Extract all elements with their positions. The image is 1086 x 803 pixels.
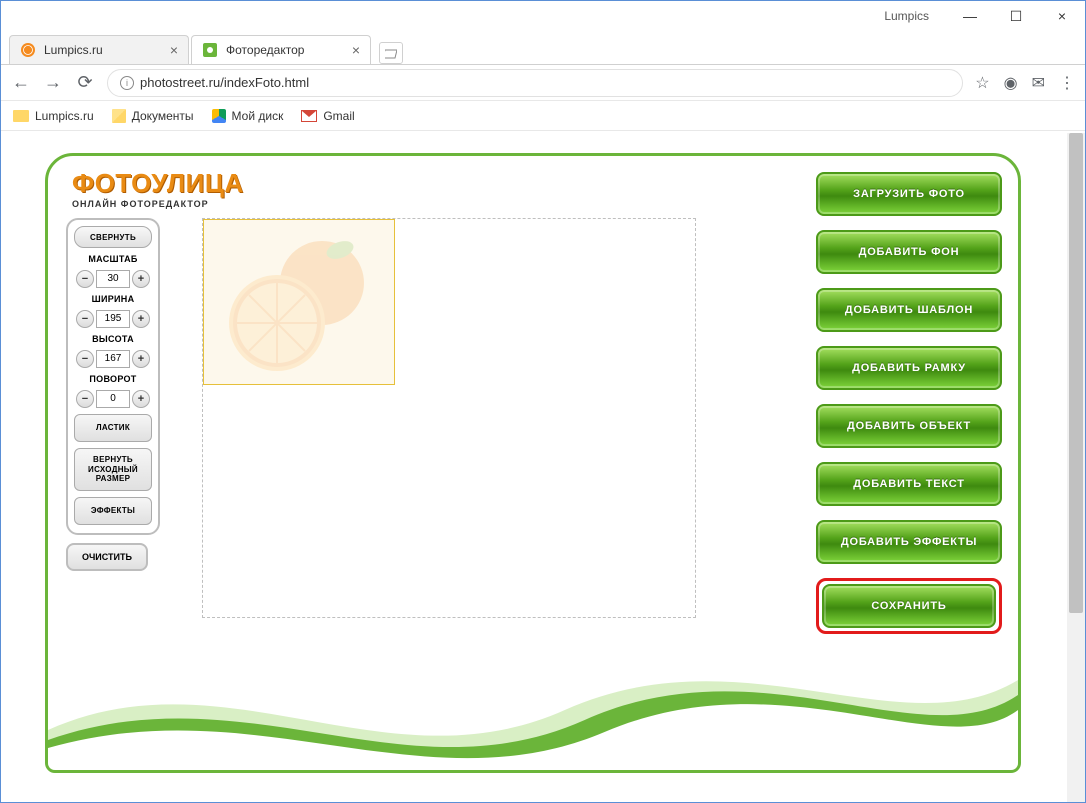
rotate-stepper: − 0 + <box>76 390 150 408</box>
reset-size-button[interactable]: ВЕРНУТЬ ИСХОДНЫЙ РАЗМЕР <box>74 448 152 491</box>
toolbar-right: ☆ ◉ ✉ ⋮ <box>975 73 1075 93</box>
scrollbar-thumb[interactable] <box>1069 133 1083 613</box>
rotate-label: ПОВОРОТ <box>89 374 136 384</box>
window-controls: — ☐ × <box>947 1 1085 31</box>
height-value[interactable]: 167 <box>96 350 130 368</box>
favicon-green-icon <box>202 42 218 58</box>
orange-image <box>222 228 372 378</box>
page-viewport: ФОТОУЛИЦА ОНЛАЙН ФОТОРЕДАКТОР СВЕРНУТЬ М… <box>1 133 1067 802</box>
rotate-minus-button[interactable]: − <box>76 390 94 408</box>
add-template-button[interactable]: ДОБАВИТЬ ШАБЛОН <box>816 288 1002 332</box>
clear-button[interactable]: ОЧИСТИТЬ <box>66 543 148 571</box>
add-effects-button[interactable]: ДОБАВИТЬ ЭФФЕКТЫ <box>816 520 1002 564</box>
width-plus-button[interactable]: + <box>132 310 150 328</box>
bookmark-documents[interactable]: Документы <box>112 109 194 123</box>
maximize-button[interactable]: ☐ <box>993 1 1039 31</box>
site-info-icon[interactable]: i <box>120 76 134 90</box>
app-header: ФОТОУЛИЦА ОНЛАЙН ФОТОРЕДАКТОР <box>72 168 244 209</box>
width-value[interactable]: 195 <box>96 310 130 328</box>
add-text-button[interactable]: ДОБАВИТЬ ТЕКСТ <box>816 462 1002 506</box>
bookmark-gmail[interactable]: Gmail <box>301 109 354 123</box>
scale-plus-button[interactable]: + <box>132 270 150 288</box>
scale-minus-button[interactable]: − <box>76 270 94 288</box>
wave-decoration <box>48 640 1018 770</box>
extension-icon[interactable]: ◉ <box>1004 73 1018 93</box>
width-minus-button[interactable]: − <box>76 310 94 328</box>
width-label: ШИРИНА <box>92 294 135 304</box>
tab-label: Lumpics.ru <box>44 43 103 57</box>
forward-button[interactable]: → <box>43 73 63 93</box>
save-highlight: СОХРАНИТЬ <box>816 578 1002 634</box>
add-frame-button[interactable]: ДОБАВИТЬ РАМКУ <box>816 346 1002 390</box>
canvas-area[interactable] <box>202 218 696 618</box>
tab-label: Фоторедактор <box>226 43 304 57</box>
selected-photo[interactable] <box>203 219 395 385</box>
url-text: photostreet.ru/indexFoto.html <box>140 75 309 90</box>
right-panel: ЗАГРУЗИТЬ ФОТО ДОБАВИТЬ ФОН ДОБАВИТЬ ШАБ… <box>816 172 1002 634</box>
scale-label: МАСШТАБ <box>88 254 137 264</box>
app-container: ФОТОУЛИЦА ОНЛАЙН ФОТОРЕДАКТОР СВЕРНУТЬ М… <box>45 153 1021 773</box>
bookmark-lumpics[interactable]: Lumpics.ru <box>13 109 94 123</box>
bookmark-star-icon[interactable]: ☆ <box>975 73 989 93</box>
collapse-button[interactable]: СВЕРНУТЬ <box>74 226 152 248</box>
height-plus-button[interactable]: + <box>132 350 150 368</box>
drive-icon <box>212 109 226 123</box>
reload-button[interactable]: ⟳ <box>75 73 95 93</box>
favicon-orange-icon <box>20 42 36 58</box>
save-button[interactable]: СОХРАНИТЬ <box>822 584 996 628</box>
bookmark-bar: Lumpics.ru Документы Мой диск Gmail <box>1 101 1085 131</box>
effects-button[interactable]: ЭФФЕКТЫ <box>74 497 152 525</box>
tab-close-icon[interactable]: × <box>170 42 178 58</box>
rotate-plus-button[interactable]: + <box>132 390 150 408</box>
rotate-value[interactable]: 0 <box>96 390 130 408</box>
mail-icon[interactable]: ✉ <box>1032 73 1045 93</box>
menu-icon[interactable]: ⋮ <box>1059 73 1075 93</box>
left-panel: СВЕРНУТЬ МАСШТАБ − 30 + ШИРИНА − 195 + В… <box>66 218 160 571</box>
width-stepper: − 195 + <box>76 310 150 328</box>
add-background-button[interactable]: ДОБАВИТЬ ФОН <box>816 230 1002 274</box>
scrollbar-vertical[interactable] <box>1067 133 1085 802</box>
gmail-icon <box>301 110 317 122</box>
add-object-button[interactable]: ДОБАВИТЬ ОБЪЕКТ <box>816 404 1002 448</box>
brand-title: ФОТОУЛИЦА <box>72 168 244 199</box>
tab-close-icon[interactable]: × <box>352 42 360 58</box>
eraser-button[interactable]: ЛАСТИК <box>74 414 152 442</box>
tab-photoeditor[interactable]: Фоторедактор × <box>191 35 371 64</box>
title-bar: Lumpics — ☐ × <box>1 1 1085 31</box>
address-bar: ← → ⟳ i photostreet.ru/indexFoto.html ☆ … <box>1 65 1085 101</box>
folder-icon <box>13 110 29 122</box>
minimize-button[interactable]: — <box>947 1 993 31</box>
height-label: ВЫСОТА <box>92 334 134 344</box>
close-button[interactable]: × <box>1039 1 1085 31</box>
scale-value[interactable]: 30 <box>96 270 130 288</box>
tab-lumpics[interactable]: Lumpics.ru × <box>9 35 189 64</box>
transform-panel: СВЕРНУТЬ МАСШТАБ − 30 + ШИРИНА − 195 + В… <box>66 218 160 535</box>
tab-strip: Lumpics.ru × Фоторедактор × <box>1 31 1085 65</box>
upload-photo-button[interactable]: ЗАГРУЗИТЬ ФОТО <box>816 172 1002 216</box>
scale-stepper: − 30 + <box>76 270 150 288</box>
height-minus-button[interactable]: − <box>76 350 94 368</box>
bookmark-drive[interactable]: Мой диск <box>212 109 284 123</box>
height-stepper: − 167 + <box>76 350 150 368</box>
url-field[interactable]: i photostreet.ru/indexFoto.html <box>107 69 963 97</box>
os-window: Lumpics — ☐ × Lumpics.ru × Фоторедактор … <box>0 0 1086 803</box>
brand-subtitle: ОНЛАЙН ФОТОРЕДАКТОР <box>72 199 244 209</box>
doc-icon <box>112 109 126 123</box>
window-title: Lumpics <box>884 9 929 23</box>
new-tab-button[interactable] <box>379 42 403 64</box>
back-button[interactable]: ← <box>11 73 31 93</box>
